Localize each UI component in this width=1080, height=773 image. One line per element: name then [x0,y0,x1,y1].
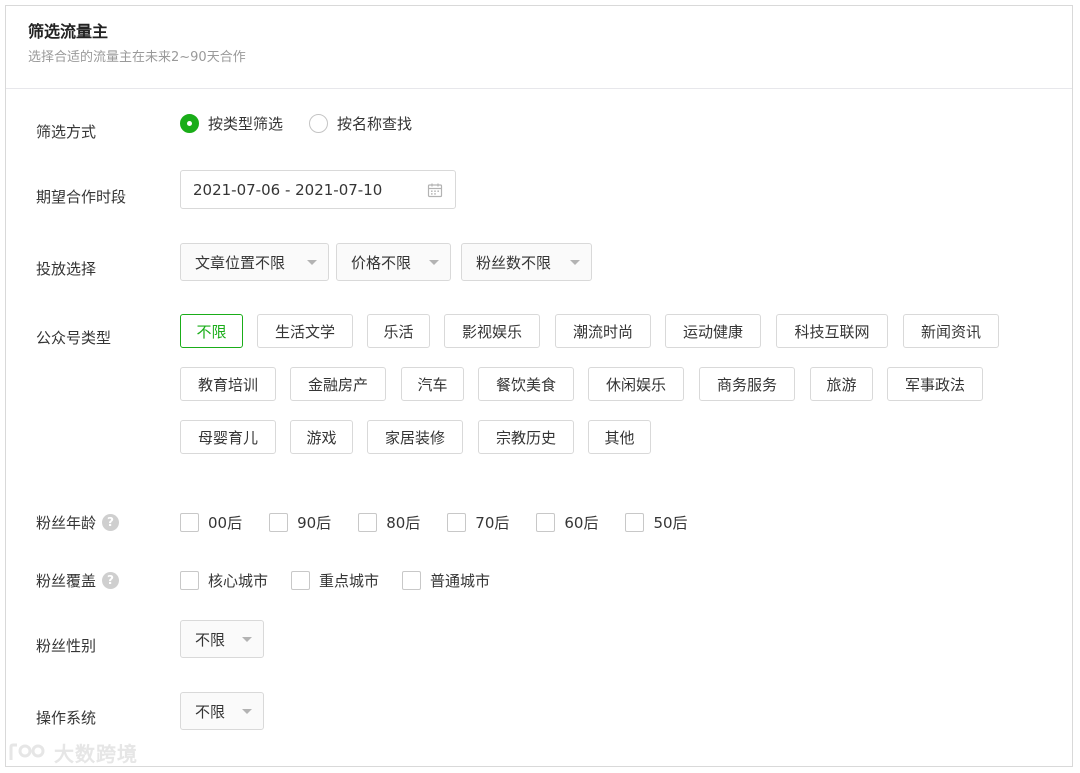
checkbox-label: 80后 [386,514,421,532]
chevron-down-icon [307,260,317,265]
checkbox-city[interactable]: 普通城市 [402,570,490,591]
checkbox-label: 00后 [208,514,243,532]
tag-item[interactable]: 新闻资讯 [903,314,999,348]
checkbox-icon [536,513,556,532]
tag-unlimited[interactable]: 不限 [180,314,243,348]
tag-item[interactable]: 商务服务 [699,367,795,401]
select-value: 文章位置不限 [195,253,286,272]
chevron-down-icon [242,637,252,642]
checkbox-label: 90后 [297,514,332,532]
checkbox-icon [358,513,378,532]
tag-item[interactable]: 宗教历史 [478,420,574,454]
fan-gender-select[interactable]: 不限 [180,620,264,658]
tag-item[interactable]: 餐饮美食 [478,367,574,401]
tag-item[interactable]: 运动健康 [665,314,761,348]
filter-method-label: 筛选方式 [36,123,97,141]
checkbox-label: 50后 [653,514,688,532]
page-title: 筛选流量主 [28,22,109,41]
placement-label: 投放选择 [36,260,97,278]
checkbox-label: 70后 [475,514,510,532]
fan-age-checkbox-group: 00后 90后 80后 70后 60后 50后 [180,512,715,533]
select-value: 价格不限 [351,253,412,272]
tag-item[interactable]: 影视娱乐 [444,314,540,348]
period-label: 期望合作时段 [36,188,127,206]
price-select[interactable]: 价格不限 [336,243,451,281]
checkbox-age[interactable]: 50后 [625,512,688,533]
tag-item[interactable]: 金融房产 [290,367,386,401]
checkbox-icon [180,571,199,590]
checkbox-icon [625,513,645,532]
tag-item[interactable]: 旅游 [810,367,873,401]
checkbox-label: 普通城市 [430,572,491,590]
chevron-down-icon [429,260,439,265]
tag-item[interactable]: 潮流时尚 [555,314,651,348]
page-subtitle: 选择合适的流量主在未来2~90天合作 [28,50,246,65]
fan-gender-label: 粉丝性别 [36,637,97,655]
filter-method-radio-group: 按类型筛选 按名称查找 [180,113,438,134]
fan-age-label-text: 粉丝年龄 [36,514,97,532]
date-range-value: 2021-07-06 - 2021-07-10 [193,180,383,199]
checkbox-icon [402,571,422,590]
select-value: 不限 [195,702,226,721]
tag-item[interactable]: 教育培训 [180,367,276,401]
checkbox-icon [447,513,467,532]
checkbox-age[interactable]: 00后 [180,512,242,533]
checkbox-label: 60后 [564,514,599,532]
checkbox-age[interactable]: 90后 [269,512,331,533]
os-label: 操作系统 [36,709,97,727]
watermark-logo-icon [9,743,45,760]
article-position-select[interactable]: 文章位置不限 [180,243,329,281]
tag-item[interactable]: 游戏 [290,420,353,454]
select-value: 不限 [195,630,226,649]
checkbox-icon [180,513,199,532]
fan-age-label: 粉丝年龄 ? [36,512,120,533]
account-type-label: 公众号类型 [36,329,112,347]
calendar-icon [427,183,443,198]
radio-by-name[interactable]: 按名称查找 [309,113,412,134]
fan-coverage-checkbox-group: 核心城市 重点城市 普通城市 [180,570,513,591]
radio-label: 按名称查找 [337,115,413,133]
panel-header: 筛选流量主 选择合适的流量主在未来2~90天合作 [6,6,1072,89]
help-icon[interactable]: ? [102,514,120,531]
watermark: 大数跨境 [8,738,138,767]
watermark-text: 大数跨境 [54,742,138,766]
checkbox-icon [269,513,289,532]
fan-coverage-label: 粉丝覆盖 ? [36,570,120,591]
tag-item[interactable]: 乐活 [367,314,430,348]
checkbox-icon [291,571,311,590]
checkbox-label: 重点城市 [319,572,380,590]
checkbox-age[interactable]: 60后 [536,512,598,533]
checkbox-label: 核心城市 [208,572,269,590]
tag-item[interactable]: 汽车 [401,367,464,401]
tag-item[interactable]: 家居装修 [367,420,463,454]
help-icon[interactable]: ? [102,572,120,589]
radio-unchecked-icon [309,114,329,133]
tag-item[interactable]: 军事政法 [887,367,983,401]
checkbox-age[interactable]: 70后 [447,512,509,533]
tag-item[interactable]: 休闲娱乐 [588,367,684,401]
select-value: 粉丝数不限 [476,253,552,272]
tag-item[interactable]: 其他 [588,420,651,454]
radio-label: 按类型筛选 [208,115,284,133]
fan-coverage-label-text: 粉丝覆盖 [36,572,97,590]
tag-item[interactable]: 母婴育儿 [180,420,276,454]
os-select[interactable]: 不限 [180,692,264,730]
chevron-down-icon [242,709,252,714]
checkbox-city[interactable]: 重点城市 [291,570,379,591]
date-range-input[interactable]: 2021-07-06 - 2021-07-10 [180,170,456,209]
tag-item[interactable]: 科技互联网 [776,314,888,348]
tag-item[interactable]: 生活文学 [257,314,353,348]
fan-count-select[interactable]: 粉丝数不限 [461,243,592,281]
checkbox-age[interactable]: 80后 [358,512,420,533]
radio-checked-icon [180,114,199,133]
checkbox-city[interactable]: 核心城市 [180,570,268,591]
radio-by-type[interactable]: 按类型筛选 [180,113,283,134]
chevron-down-icon [570,260,580,265]
